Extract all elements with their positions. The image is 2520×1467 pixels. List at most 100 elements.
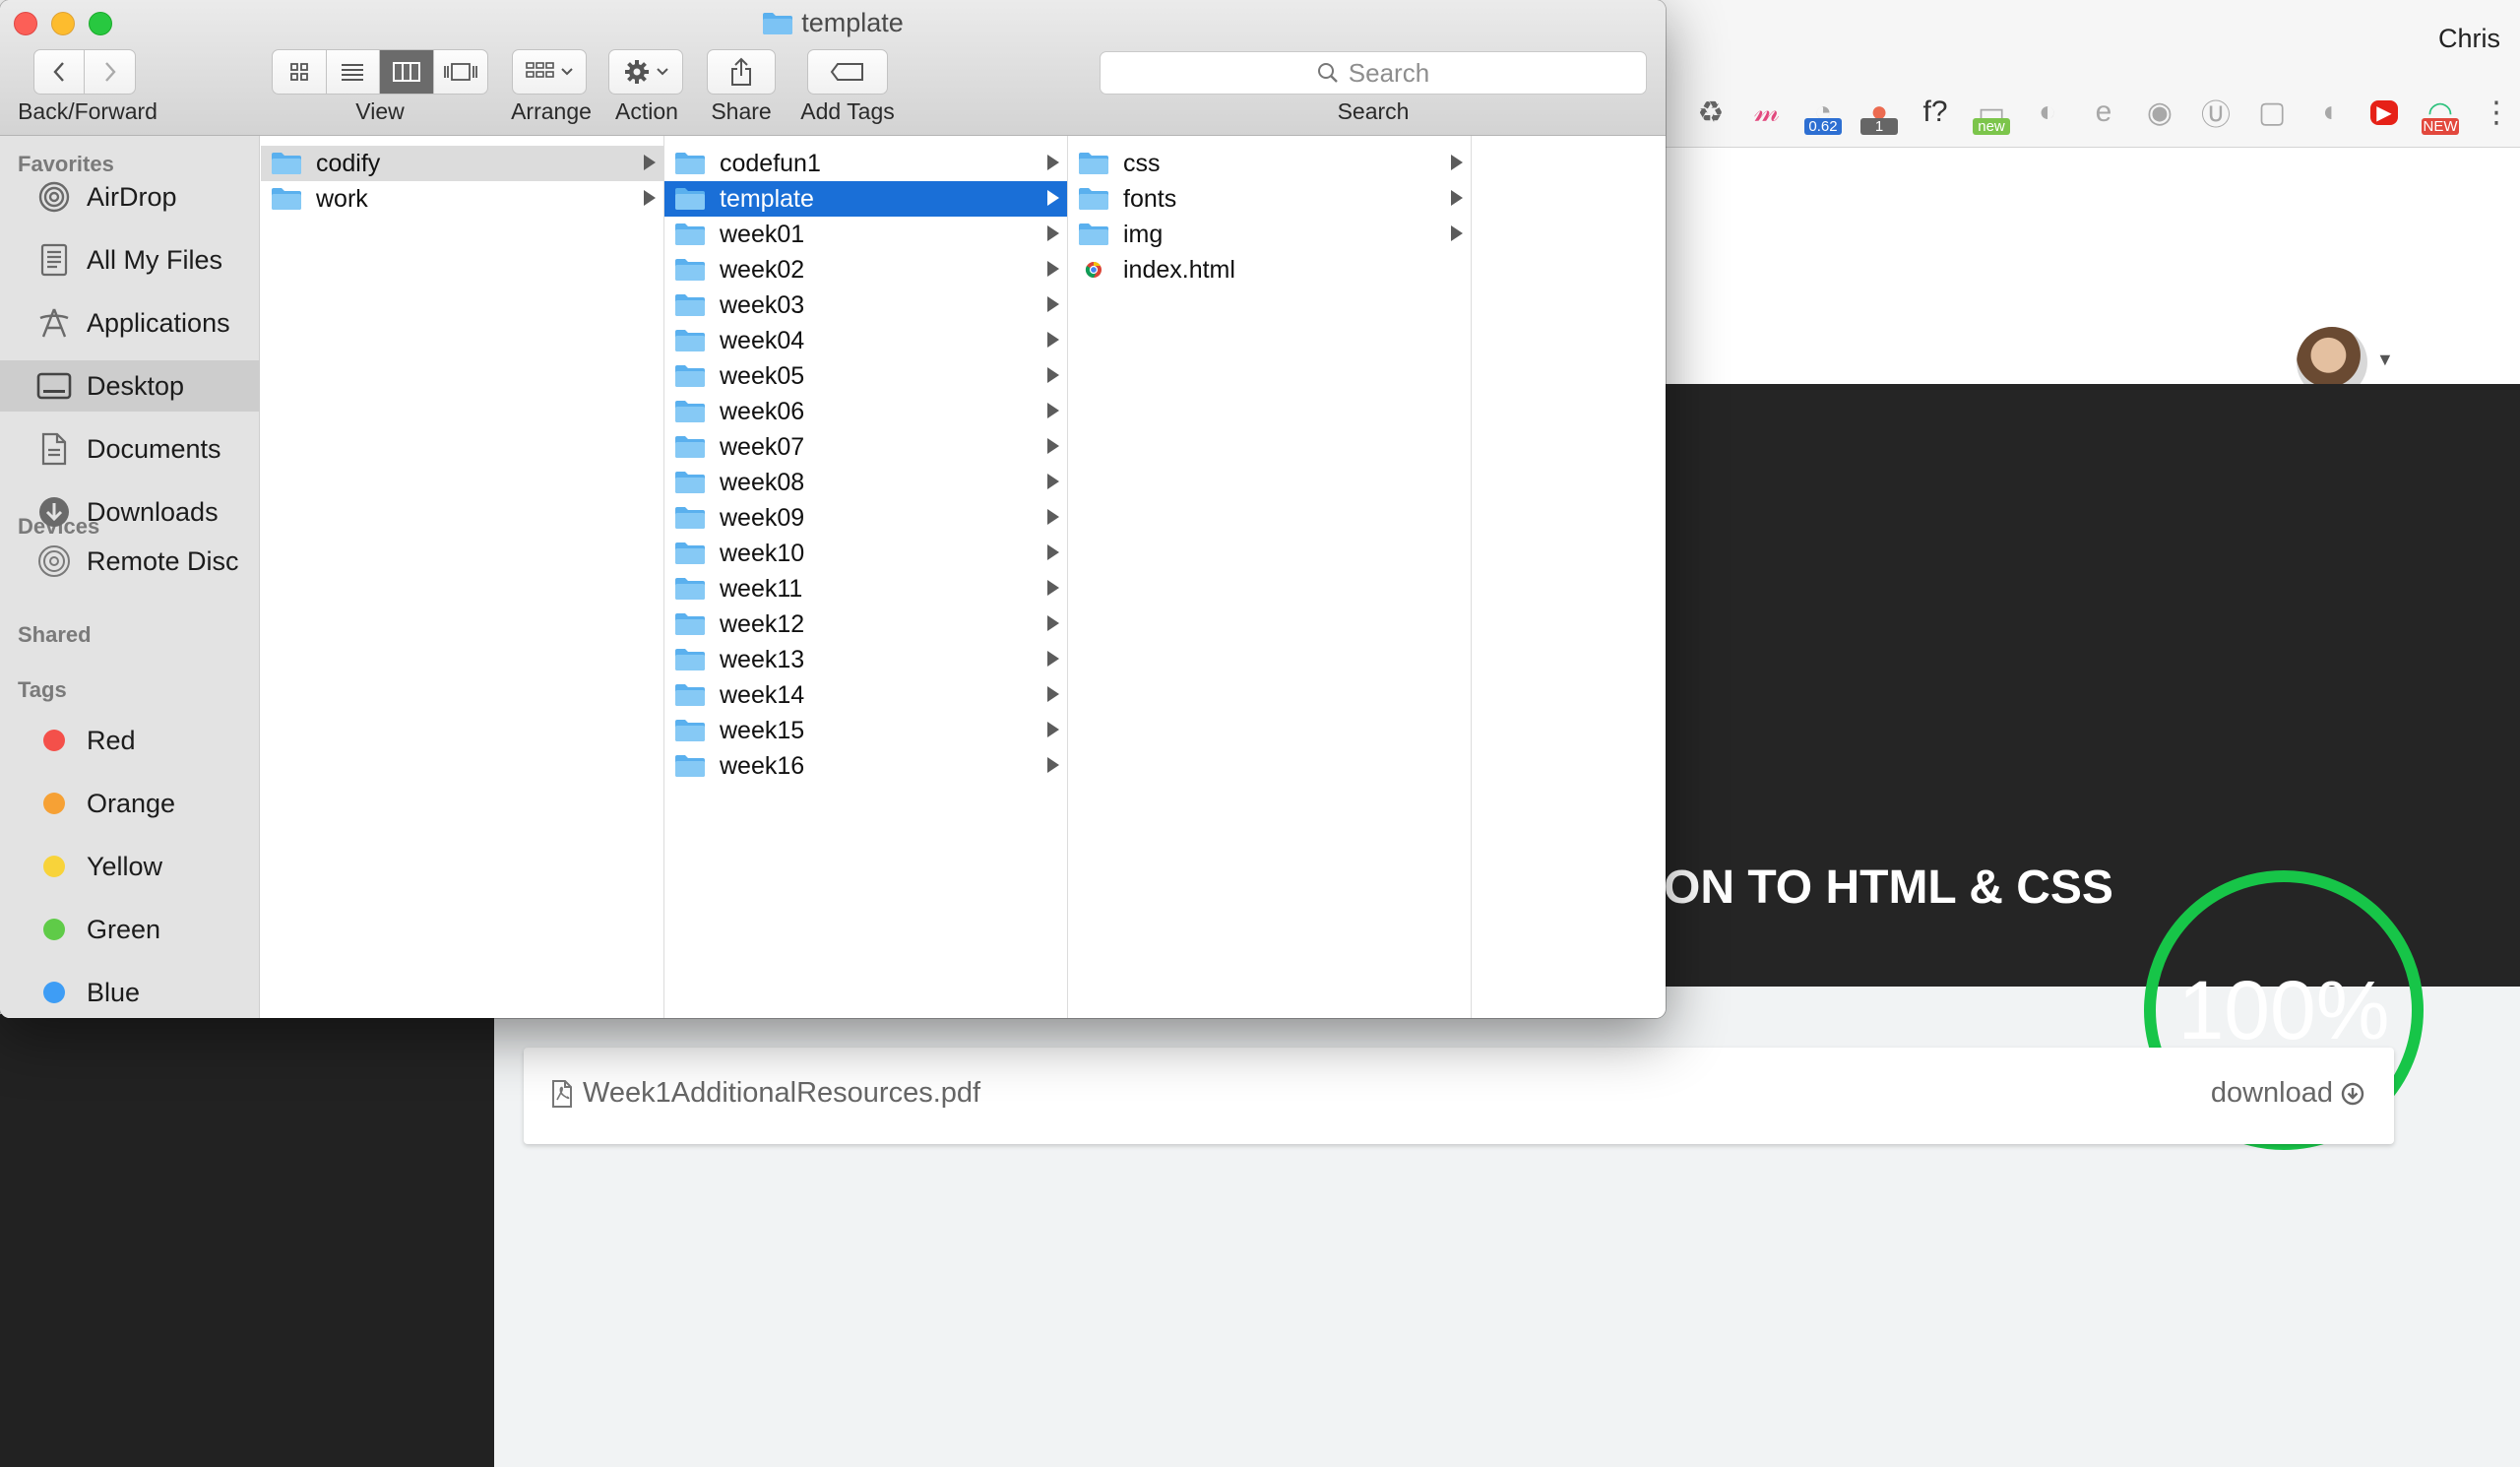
folder-row[interactable]: week07 xyxy=(664,429,1067,465)
folder-row[interactable]: week01 xyxy=(664,217,1067,252)
folder-row[interactable]: img xyxy=(1068,217,1471,252)
folder-row[interactable]: week04 xyxy=(664,323,1067,358)
icon-view-icon[interactable] xyxy=(273,50,327,94)
folder-icon xyxy=(1068,223,1123,246)
moon-icon[interactable]: ◐ xyxy=(2027,92,2068,133)
youtube-icon[interactable]: ▶ xyxy=(2363,92,2405,133)
sidebar-item-label: Documents xyxy=(87,433,221,464)
download-icon xyxy=(2341,1082,2364,1106)
sidebar-item-documents[interactable]: Documents xyxy=(0,423,260,475)
column-view-icon[interactable] xyxy=(380,50,434,94)
item-name: week04 xyxy=(720,326,805,354)
recycle-icon[interactable]: ♻ xyxy=(1690,92,1732,133)
disclosure-arrow-icon xyxy=(1047,296,1059,312)
widget-icon[interactable]: ▭ new xyxy=(1971,92,2012,135)
folder-row[interactable]: codefun1 xyxy=(664,146,1067,181)
share-button[interactable] xyxy=(707,49,776,95)
folder-row[interactable]: week10 xyxy=(664,536,1067,571)
download-link[interactable]: download xyxy=(2211,1077,2364,1110)
folder-row[interactable]: codify xyxy=(261,146,663,181)
disclosure-arrow-icon xyxy=(1047,615,1059,631)
folder-row[interactable]: week03 xyxy=(664,287,1067,323)
sidebar-item-desktop[interactable]: Desktop xyxy=(0,360,260,412)
gauge-icon[interactable]: ◔ 0.62 xyxy=(1802,92,1844,135)
chevron-down-icon[interactable]: ▼ xyxy=(2376,350,2394,370)
tag-color-dot xyxy=(35,722,73,759)
add-tags-button[interactable] xyxy=(807,49,888,95)
folder-row[interactable]: week14 xyxy=(664,677,1067,713)
downloads-icon xyxy=(35,493,73,531)
disclosure-arrow-icon xyxy=(1047,474,1059,489)
u-circle-icon[interactable]: Ⓤ xyxy=(2195,92,2236,133)
folder-icon xyxy=(664,719,720,742)
sidebar-item-downloads[interactable]: Downloads xyxy=(0,486,260,538)
folder-row[interactable]: fonts xyxy=(1068,181,1471,217)
chevron-down-icon xyxy=(657,68,668,76)
resource-file[interactable]: Week1AdditionalResources.pdf xyxy=(551,1077,980,1110)
gallery-view-icon[interactable] xyxy=(434,50,488,94)
rainbow-icon[interactable]: ◠ NEW xyxy=(2420,92,2461,135)
airdrop-icon xyxy=(35,178,73,216)
action-button[interactable] xyxy=(608,49,683,95)
item-name: work xyxy=(316,184,368,213)
search-input[interactable]: Search xyxy=(1100,51,1647,95)
folder-row[interactable]: week15 xyxy=(664,713,1067,748)
folder-row[interactable]: week05 xyxy=(664,358,1067,394)
sidebar-item-airdrop[interactable]: AirDrop xyxy=(0,171,260,223)
folder-row[interactable]: week16 xyxy=(664,748,1067,784)
back-button[interactable] xyxy=(34,50,86,94)
sidebar-item-remote-disc[interactable]: Remote Disc xyxy=(0,536,260,587)
folder-row[interactable]: css xyxy=(1068,146,1471,181)
desktop-icon xyxy=(35,367,73,405)
folder-row[interactable]: week12 xyxy=(664,606,1067,642)
sidebar-item-applications[interactable]: Applications xyxy=(0,297,260,349)
folder-row[interactable]: template xyxy=(664,181,1067,217)
sidebar-item-orange[interactable]: Orange xyxy=(0,778,260,829)
chevron-right-icon xyxy=(104,62,116,82)
edge-icon[interactable]: e xyxy=(2083,92,2124,133)
folder-row[interactable]: week02 xyxy=(664,252,1067,287)
folder-icon xyxy=(1068,152,1123,175)
color-ball-icon[interactable]: ◉ xyxy=(2139,92,2180,133)
list-view-icon[interactable] xyxy=(327,50,380,94)
arrange-button[interactable] xyxy=(512,49,587,95)
folder-icon xyxy=(664,364,720,388)
folder-row[interactable]: week06 xyxy=(664,394,1067,429)
sound-icon[interactable]: ◖ xyxy=(2307,92,2349,133)
folder-row[interactable]: week13 xyxy=(664,642,1067,677)
browser-column-1: codify work xyxy=(261,136,664,1018)
folder-icon xyxy=(664,612,720,636)
all-files-icon xyxy=(35,241,73,279)
font-question-icon[interactable]: f? xyxy=(1915,92,1956,133)
item-name: week02 xyxy=(720,255,805,284)
sidebar-item-blue[interactable]: Blue xyxy=(0,967,260,1018)
folder-row[interactable]: work xyxy=(261,181,663,217)
view-label: View xyxy=(355,98,405,124)
forward-button[interactable] xyxy=(85,50,135,94)
folder-row[interactable]: week11 xyxy=(664,571,1067,606)
reminder-icon[interactable]: ● 1 xyxy=(1858,92,1900,135)
extension-badge: NEW xyxy=(2422,118,2459,135)
more-menu-icon[interactable]: ⋮ xyxy=(2476,92,2517,133)
chevron-down-icon xyxy=(561,68,573,76)
item-name: week06 xyxy=(720,397,805,425)
file-row[interactable]: index.html xyxy=(1068,252,1471,287)
sidebar-item-yellow[interactable]: Yellow xyxy=(0,841,260,892)
m-logo-icon[interactable]: 𝓂 xyxy=(1746,92,1788,133)
finder-sidebar: Favorites Devices Shared Tags AirDrop Al… xyxy=(0,136,260,1018)
folder-icon xyxy=(664,187,720,211)
browser-user-name[interactable]: Chris xyxy=(2438,24,2500,54)
folder-row[interactable]: week09 xyxy=(664,500,1067,536)
chat-icon[interactable]: ▢ xyxy=(2251,92,2293,133)
extension-badge: new xyxy=(1973,118,2010,135)
sidebar-item-label: Red xyxy=(87,725,136,755)
sidebar-item-green[interactable]: Green xyxy=(0,904,260,955)
sidebar-item-all-my-files[interactable]: All My Files xyxy=(0,234,260,286)
disclosure-arrow-icon xyxy=(1047,190,1059,206)
window-title: template xyxy=(0,8,1666,38)
folder-row[interactable]: week08 xyxy=(664,465,1067,500)
gear-icon xyxy=(625,60,649,84)
tag-color-dot xyxy=(35,911,73,948)
sidebar-item-red[interactable]: Red xyxy=(0,715,260,766)
item-name: codify xyxy=(316,149,381,177)
